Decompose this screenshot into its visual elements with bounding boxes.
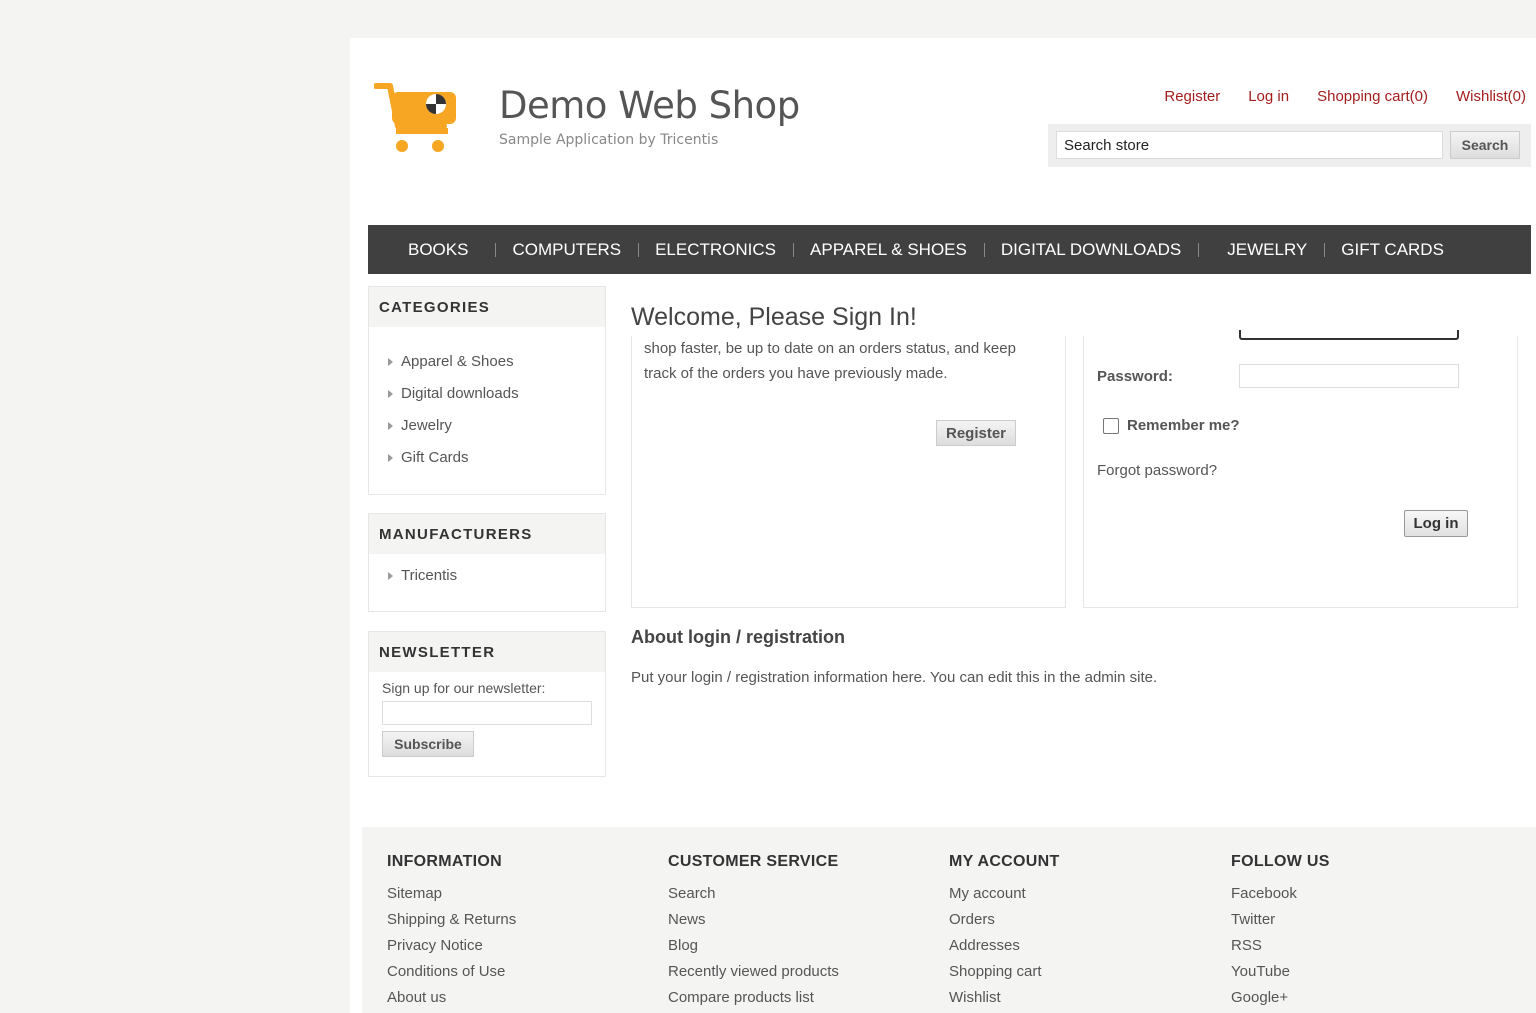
footer-column-my-account: MY ACCOUNT My account Orders Addresses S…: [949, 853, 1060, 1013]
category-item[interactable]: Gift Cards: [369, 442, 605, 474]
register-link[interactable]: Register: [1164, 88, 1220, 105]
footer-link[interactable]: Addresses: [949, 937, 1060, 963]
menu-item-apparel-shoes[interactable]: APPAREL & SHOES: [793, 240, 985, 260]
footer-link[interactable]: Compare products list: [668, 989, 839, 1013]
wishlist-link[interactable]: Wishlist(0): [1456, 88, 1526, 105]
newsletter-block: NEWSLETTER Sign up for our newsletter: S…: [368, 631, 606, 777]
footer-link[interactable]: Facebook: [1231, 885, 1330, 911]
menu-item-digital-downloads[interactable]: DIGITAL DOWNLOADS: [984, 240, 1200, 260]
footer-link[interactable]: Wishlist: [949, 989, 1060, 1013]
footer-column-follow-us: FOLLOW US Facebook Twitter RSS YouTube G…: [1231, 853, 1330, 1013]
about-title: About login / registration: [631, 627, 845, 647]
footer-link[interactable]: Blog: [668, 937, 839, 963]
footer-link[interactable]: Conditions of Use: [387, 963, 516, 989]
menu-item-books[interactable]: BOOKS: [391, 240, 497, 260]
search-button[interactable]: Search: [1450, 131, 1520, 159]
page-container: Demo Web Shop Sample Application by Tric…: [350, 38, 1536, 1013]
footer-link[interactable]: My account: [949, 885, 1060, 911]
footer-link[interactable]: About us: [387, 989, 516, 1013]
footer-column-title: CUSTOMER SERVICE: [668, 853, 839, 870]
new-customer-text-line: track of the orders you have previously …: [644, 365, 948, 382]
site-logo[interactable]: Demo Web Shop Sample Application by Tric…: [374, 82, 800, 162]
page-title: Welcome, Please Sign In!: [631, 303, 917, 332]
footer-link[interactable]: Recently viewed products: [668, 963, 839, 989]
login-button[interactable]: Log in: [1404, 510, 1468, 537]
password-label: Password:: [1097, 368, 1173, 385]
footer-link[interactable]: Twitter: [1231, 911, 1330, 937]
email-field[interactable]: [1239, 330, 1459, 340]
password-field[interactable]: [1239, 364, 1459, 388]
newsletter-title: NEWSLETTER: [369, 632, 605, 672]
login-link[interactable]: Log in: [1248, 88, 1289, 105]
shopping-cart-link[interactable]: Shopping cart(0): [1317, 88, 1428, 105]
category-item[interactable]: Apparel & Shoes: [369, 346, 605, 378]
menu-item-gift-cards[interactable]: GIFT CARDS: [1324, 240, 1461, 260]
top-menu: BOOKS COMPUTERS ELECTRONICS APPAREL & SH…: [368, 225, 1531, 274]
footer-column-information: INFORMATION Sitemap Shipping & Returns P…: [387, 853, 516, 1013]
new-customer-text-line: shop faster, be up to date on an orders …: [644, 340, 1016, 357]
manufacturer-item[interactable]: Tricentis: [369, 560, 605, 592]
footer-link[interactable]: Sitemap: [387, 885, 516, 911]
returning-customer-panel: Password: Remember me? Forgot password? …: [1083, 330, 1518, 608]
footer-link[interactable]: Privacy Notice: [387, 937, 516, 963]
menu-item-electronics[interactable]: ELECTRONICS: [638, 240, 794, 260]
forgot-password-link[interactable]: Forgot password?: [1097, 462, 1217, 479]
categories-title: CATEGORIES: [369, 287, 605, 327]
search-input[interactable]: [1056, 131, 1443, 159]
logo-title: Demo Web Shop: [499, 84, 800, 127]
shopping-cart-logo-icon: [374, 83, 456, 152]
logo-subtitle: Sample Application by Tricentis: [499, 132, 719, 148]
category-item[interactable]: Digital downloads: [369, 378, 605, 410]
footer-link[interactable]: YouTube: [1231, 963, 1330, 989]
category-item[interactable]: Jewelry: [369, 410, 605, 442]
footer-link[interactable]: Google+: [1231, 989, 1330, 1013]
categories-list: Apparel & Shoes Digital downloads Jewelr…: [369, 327, 605, 474]
categories-block: CATEGORIES Apparel & Shoes Digital downl…: [368, 286, 606, 495]
manufacturers-block: MANUFACTURERS Tricentis: [368, 513, 606, 612]
footer-column-title: MY ACCOUNT: [949, 853, 1060, 870]
footer-link[interactable]: Shipping & Returns: [387, 911, 516, 937]
footer-column-title: FOLLOW US: [1231, 853, 1330, 870]
footer-column-customer-service: CUSTOMER SERVICE Search News Blog Recent…: [668, 853, 839, 1013]
about-text: Put your login / registration informatio…: [631, 669, 1158, 686]
newsletter-label: Sign up for our newsletter:: [382, 680, 546, 696]
subscribe-button[interactable]: Subscribe: [382, 731, 474, 757]
footer-column-title: INFORMATION: [387, 853, 502, 870]
manufacturers-list: Tricentis: [369, 554, 605, 592]
menu-item-jewelry[interactable]: JEWELRY: [1198, 240, 1326, 260]
remember-me-label[interactable]: Remember me?: [1127, 417, 1240, 434]
header-links: Register Log in Shopping cart(0) Wishlis…: [1136, 88, 1526, 105]
search-box: Search: [1048, 124, 1531, 167]
manufacturers-title: MANUFACTURERS: [369, 514, 605, 554]
newsletter-email-input[interactable]: [382, 701, 592, 725]
new-customer-panel: shop faster, be up to date on an orders …: [631, 336, 1066, 608]
register-button[interactable]: Register: [936, 420, 1016, 446]
new-customer-text: shop faster, be up to date on an orders …: [644, 336, 1044, 386]
footer-link[interactable]: Search: [668, 885, 839, 911]
footer-link[interactable]: RSS: [1231, 937, 1330, 963]
footer: INFORMATION Sitemap Shipping & Returns P…: [362, 827, 1536, 1013]
footer-link[interactable]: Orders: [949, 911, 1060, 937]
footer-link[interactable]: News: [668, 911, 839, 937]
footer-link[interactable]: Shopping cart: [949, 963, 1060, 989]
menu-item-computers[interactable]: COMPUTERS: [495, 240, 639, 260]
remember-me-checkbox[interactable]: [1103, 418, 1119, 434]
